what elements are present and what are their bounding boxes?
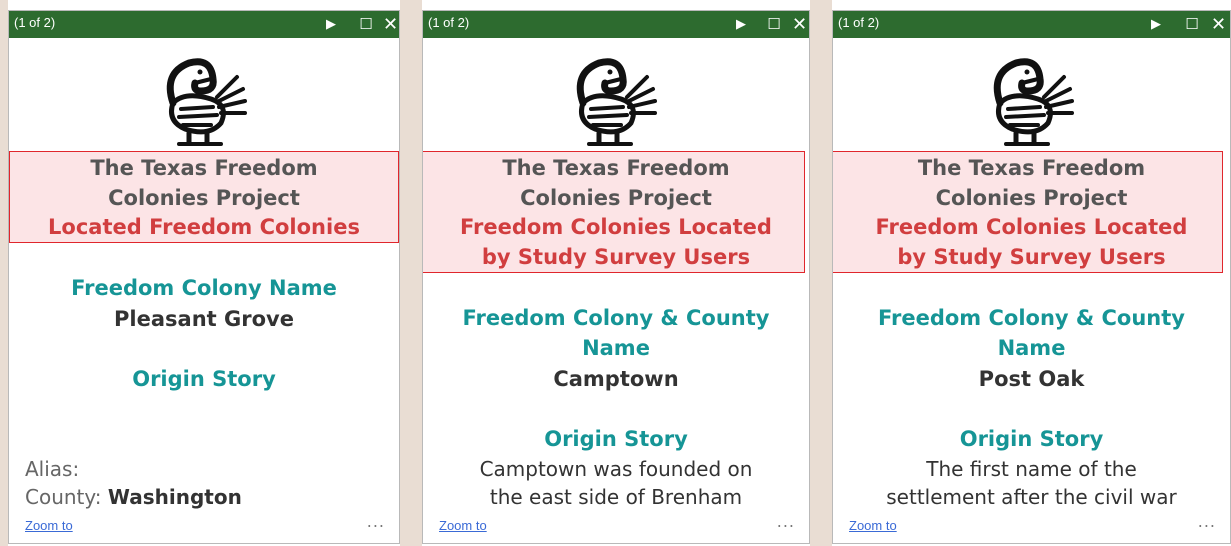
popup-titlebar: (1 of 2) ▶ ☐ ✕ bbox=[833, 11, 1230, 38]
colony-name-label-line-1: Freedom Colony & County bbox=[462, 306, 770, 330]
play-icon[interactable]: ▶ bbox=[734, 11, 748, 38]
colony-name-label-line-2: Name bbox=[582, 336, 650, 360]
popup-panel-3: (1 of 2) ▶ ☐ ✕ The Texas Freedom Colonie… bbox=[832, 10, 1231, 544]
sankofa-bird-icon bbox=[986, 47, 1076, 147]
layer-subtitle-line-1: Located Freedom Colonies bbox=[48, 215, 360, 239]
project-title-line-1: The Texas Freedom bbox=[90, 156, 318, 180]
project-title-line-1: The Texas Freedom bbox=[917, 156, 1146, 180]
zoom-to-link[interactable]: Zoom to bbox=[25, 518, 73, 533]
colony-name-label-line-2: Name bbox=[997, 336, 1066, 360]
project-title-line-2: Colonies Project bbox=[935, 186, 1128, 210]
maximize-icon[interactable]: ☐ bbox=[358, 11, 374, 38]
map-background[interactable] bbox=[400, 0, 422, 546]
colony-name-label-line-1: Freedom Colony & County bbox=[877, 306, 1185, 330]
colony-name-value: Camptown bbox=[553, 367, 679, 391]
project-title-line-1: The Texas Freedom bbox=[502, 156, 730, 180]
zoom-to-link[interactable]: Zoom to bbox=[849, 518, 897, 533]
more-actions-button[interactable]: ... bbox=[367, 514, 385, 530]
layer-subtitle-line-1: Freedom Colonies Located bbox=[460, 215, 772, 239]
origin-story-label: Origin Story bbox=[132, 367, 276, 391]
origin-story-label: Origin Story bbox=[959, 427, 1104, 451]
feature-count: (1 of 2) bbox=[838, 15, 880, 30]
origin-story-text-line-2: settlement after the civil war bbox=[886, 485, 1177, 509]
play-icon[interactable]: ▶ bbox=[324, 11, 338, 38]
layer-subtitle-line-1: Freedom Colonies Located bbox=[875, 215, 1188, 239]
maximize-icon[interactable]: ☐ bbox=[1184, 11, 1200, 38]
sankofa-bird-icon bbox=[159, 47, 249, 147]
layer-subtitle-line-2: by Study Survey Users bbox=[481, 245, 751, 269]
maximize-icon[interactable]: ☐ bbox=[766, 11, 782, 38]
alias-label: Alias: bbox=[25, 457, 80, 481]
map-background[interactable] bbox=[0, 0, 8, 546]
close-icon[interactable]: ✕ bbox=[383, 11, 398, 38]
origin-story-label: Origin Story bbox=[544, 427, 688, 451]
sankofa-bird-icon bbox=[569, 47, 659, 147]
feature-count: (1 of 2) bbox=[428, 15, 470, 30]
popup-panel-2: (1 of 2) ▶ ☐ ✕ The Texas Freedom Colonie… bbox=[422, 10, 810, 544]
close-icon[interactable]: ✕ bbox=[792, 11, 807, 38]
origin-story-text-line-1: Camptown was founded on bbox=[479, 457, 753, 481]
county-value: Washington bbox=[107, 485, 242, 509]
popup-panel-1: (1 of 2) ▶ ☐ ✕ The Texas Freedom Colonie… bbox=[8, 10, 400, 544]
map-background[interactable] bbox=[810, 0, 832, 546]
more-actions-button[interactable]: ... bbox=[1198, 514, 1216, 530]
feature-count: (1 of 2) bbox=[14, 15, 56, 30]
layer-subtitle-line-2: by Study Survey Users bbox=[897, 245, 1166, 269]
popup-titlebar: (1 of 2) ▶ ☐ ✕ bbox=[423, 11, 809, 38]
project-title-line-2: Colonies Project bbox=[520, 186, 712, 210]
play-icon[interactable]: ▶ bbox=[1149, 11, 1163, 38]
project-title-line-2: Colonies Project bbox=[108, 186, 300, 210]
county-row: County: Washington bbox=[25, 485, 242, 509]
close-icon[interactable]: ✕ bbox=[1211, 11, 1226, 38]
popup-titlebar: (1 of 2) ▶ ☐ ✕ bbox=[9, 11, 399, 38]
origin-story-text-line-1: The first name of the bbox=[926, 457, 1137, 481]
county-label: County: bbox=[25, 485, 102, 509]
origin-story-text-line-2: the east side of Brenham bbox=[489, 485, 743, 509]
colony-name-label: Freedom Colony Name bbox=[71, 276, 337, 300]
colony-name-value: Post Oak bbox=[978, 367, 1085, 391]
zoom-to-link[interactable]: Zoom to bbox=[439, 518, 487, 533]
colony-name-value: Pleasant Grove bbox=[114, 307, 294, 331]
more-actions-button[interactable]: ... bbox=[777, 514, 795, 530]
